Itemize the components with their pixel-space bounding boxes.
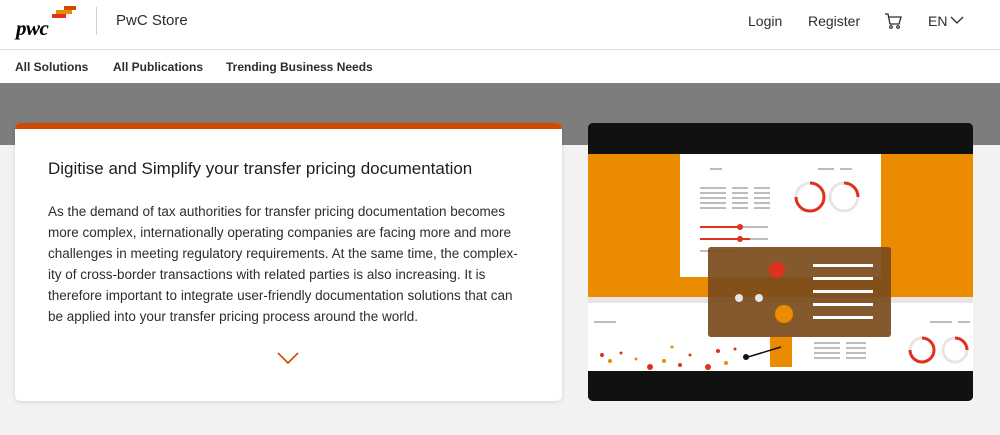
login-link[interactable]: Login	[748, 13, 782, 29]
video-illustration	[588, 123, 973, 401]
logo-marks-icon	[52, 6, 76, 18]
cart-icon[interactable]	[884, 12, 902, 30]
logo-text: pwc	[16, 16, 49, 40]
top-header: pwc PwC Store Login Register EN	[0, 0, 1000, 50]
hero-description: As the demand of tax authorities for tra…	[48, 204, 518, 324]
header-divider	[96, 7, 97, 35]
nav-item-trending-business-needs[interactable]: Trending Business Needs	[226, 60, 373, 74]
card-accent-bar	[15, 123, 562, 129]
hero-title: Digitise and Simplify your transfer pric…	[48, 159, 473, 178]
main-nav: All Solutions All Publications Trending …	[0, 50, 1000, 83]
expand-chevron-icon[interactable]	[277, 351, 299, 365]
chevron-down-icon[interactable]	[950, 15, 964, 25]
video-player[interactable]	[588, 123, 973, 401]
language-selector[interactable]: EN	[928, 13, 947, 29]
nav-item-all-solutions[interactable]: All Solutions	[15, 60, 88, 74]
hero-card: Digitise and Simplify your transfer pric…	[15, 123, 562, 401]
register-link[interactable]: Register	[808, 13, 860, 29]
pwc-logo[interactable]: pwc	[16, 6, 78, 42]
nav-item-all-publications[interactable]: All Publications	[113, 60, 203, 74]
store-title[interactable]: PwC Store	[116, 12, 188, 29]
